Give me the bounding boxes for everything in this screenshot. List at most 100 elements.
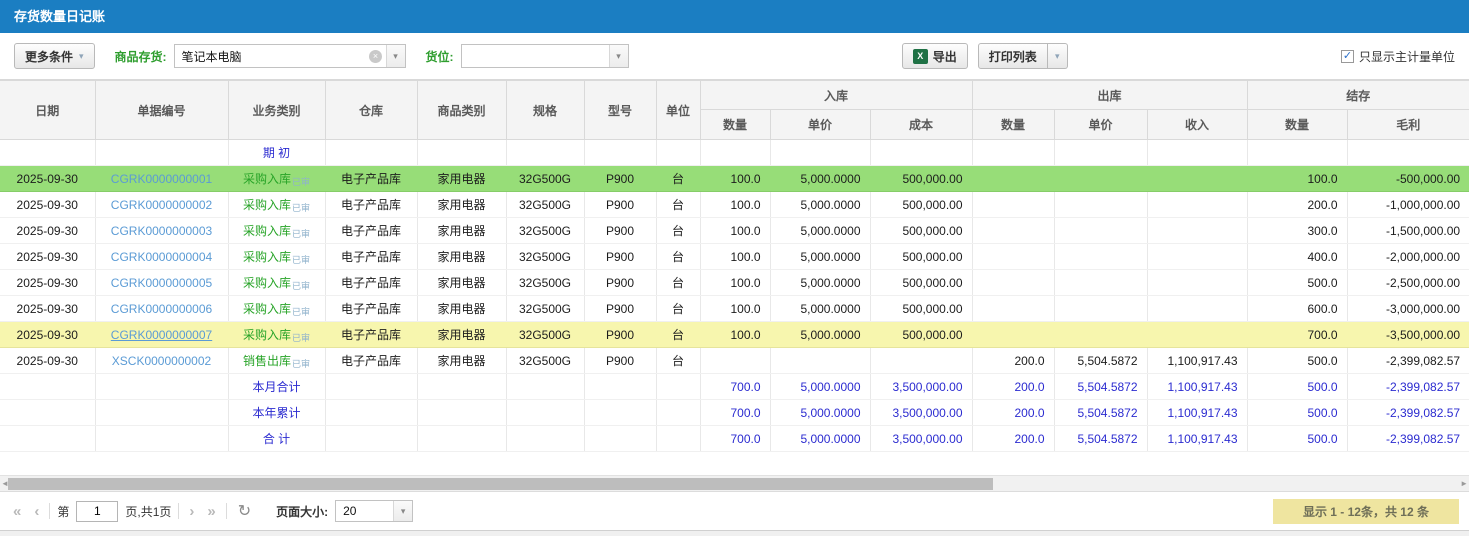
refresh-icon[interactable]: ↻: [234, 501, 255, 521]
checkbox-checked-icon[interactable]: ✓: [1341, 50, 1354, 63]
biz-type-text: 采购入库: [243, 328, 291, 342]
storage-location-input[interactable]: [462, 45, 609, 67]
record-count-badge: 显示 1 - 12条，共 12 条: [1273, 499, 1459, 524]
scrollbar-thumb[interactable]: [8, 478, 993, 490]
chevron-down-icon[interactable]: ▾: [386, 45, 405, 67]
page-title: 存货数量日记账: [14, 9, 105, 24]
table-row[interactable]: 2025-09-30CGRK0000000005采购入库已审电子产品库家用电器3…: [0, 270, 1469, 296]
product-stock-input[interactable]: [175, 45, 366, 67]
document-link[interactable]: CGRK0000000002: [111, 198, 212, 212]
audited-badge: 已审: [292, 281, 310, 291]
document-link[interactable]: CGRK0000000003: [111, 224, 212, 238]
chevron-down-icon: ▾: [393, 501, 412, 521]
summary-row: 合 计700.05,000.00003,500,000.00200.05,504…: [0, 426, 1469, 452]
more-conditions-button[interactable]: 更多条件 ▾: [14, 43, 95, 69]
toolbar: 更多条件 ▾ 商品存货: × ▾ 货位: ▾ X 导出 打印列表 ▾ ✓ 只显示…: [0, 33, 1469, 80]
biz-type-text: 采购入库: [243, 276, 291, 290]
col-header-biz-type[interactable]: 业务类别: [228, 81, 325, 140]
group-header-inbound: 入库: [700, 81, 972, 110]
col-header-category[interactable]: 商品类别: [417, 81, 506, 140]
print-list-button[interactable]: 打印列表: [978, 43, 1048, 69]
page-title-bar: 存货数量日记账: [0, 0, 1469, 33]
group-header-balance: 结存: [1247, 81, 1469, 110]
journal-table-body: 期 初 2025-09-30CGRK0000000001采购入库已审电子产品库家用…: [0, 140, 1469, 452]
table-row[interactable]: 2025-09-30CGRK0000000006采购入库已审电子产品库家用电器3…: [0, 296, 1469, 322]
col-header-spec[interactable]: 规格: [506, 81, 584, 140]
col-header-bal-qty[interactable]: 数量: [1247, 110, 1347, 140]
initial-row: 期 初: [0, 140, 1469, 166]
clear-icon[interactable]: ×: [366, 45, 386, 67]
col-header-in-qty[interactable]: 数量: [700, 110, 770, 140]
table-row[interactable]: 2025-09-30XSCK0000000002销售出库已审电子产品库家用电器3…: [0, 348, 1469, 374]
storage-location-combobox: ▾: [461, 44, 629, 68]
audited-badge: 已审: [292, 333, 310, 343]
chevron-down-icon[interactable]: ▾: [609, 45, 628, 67]
pager-divider: [178, 503, 179, 519]
biz-type-text: 采购入库: [243, 250, 291, 264]
col-header-unit[interactable]: 单位: [656, 81, 700, 140]
main-unit-only-label: 只显示主计量单位: [1359, 48, 1455, 65]
horizontal-scrollbar[interactable]: ◄ ►: [0, 475, 1469, 491]
product-stock-label: 商品存货:: [115, 48, 167, 65]
pager-divider: [226, 503, 227, 519]
page-total-label: 页,共1页: [125, 503, 171, 520]
page-size-value: 20: [336, 501, 393, 521]
scroll-right-icon[interactable]: ►: [1460, 478, 1468, 490]
summary-label: 本年累计: [252, 406, 300, 420]
page-number-input[interactable]: [76, 501, 118, 522]
document-link[interactable]: CGRK0000000007: [111, 328, 212, 342]
table-header: 日期 单据编号 业务类别 仓库 商品类别 规格 型号 单位 入库 出库 结存 数…: [0, 81, 1469, 140]
audited-badge: 已审: [292, 359, 310, 369]
audited-badge: 已审: [292, 255, 310, 265]
print-options-dropdown-button[interactable]: ▾: [1048, 43, 1068, 69]
col-header-doc-no[interactable]: 单据编号: [95, 81, 228, 140]
col-header-bal-profit[interactable]: 毛利: [1347, 110, 1469, 140]
table-row[interactable]: 2025-09-30CGRK0000000004采购入库已审电子产品库家用电器3…: [0, 244, 1469, 270]
document-link[interactable]: CGRK0000000006: [111, 302, 212, 316]
main-unit-only-checkbox-wrap[interactable]: ✓ 只显示主计量单位: [1341, 48, 1455, 65]
audited-badge: 已审: [292, 307, 310, 317]
col-header-date[interactable]: 日期: [0, 81, 95, 140]
export-label: 导出: [933, 48, 957, 65]
pagination-bar: « ‹ 第 页,共1页 › » ↻ 页面大小: 20 ▾ 显示 1 - 12条，…: [0, 491, 1469, 530]
document-link[interactable]: XSCK0000000002: [112, 354, 211, 368]
first-page-icon[interactable]: «: [10, 503, 24, 520]
journal-grid: 日期 单据编号 业务类别 仓库 商品类别 规格 型号 单位 入库 出库 结存 数…: [0, 80, 1469, 475]
col-header-out-price[interactable]: 单价: [1054, 110, 1147, 140]
chevron-down-icon: ▾: [79, 51, 84, 62]
page-size-select[interactable]: 20 ▾: [335, 500, 413, 522]
biz-type-text: 采购入库: [243, 198, 291, 212]
storage-location-label: 货位:: [426, 48, 454, 65]
col-header-warehouse[interactable]: 仓库: [325, 81, 417, 140]
document-link[interactable]: CGRK0000000005: [111, 276, 212, 290]
group-header-outbound: 出库: [972, 81, 1247, 110]
col-header-in-price[interactable]: 单价: [770, 110, 870, 140]
chevron-down-icon: ▾: [1055, 51, 1060, 62]
print-split-button: 打印列表 ▾: [978, 43, 1068, 69]
table-row[interactable]: 2025-09-30CGRK0000000003采购入库已审电子产品库家用电器3…: [0, 218, 1469, 244]
export-button[interactable]: X 导出: [902, 43, 968, 69]
col-header-in-cost[interactable]: 成本: [870, 110, 972, 140]
audited-badge: 已审: [292, 177, 310, 187]
table-row[interactable]: 2025-09-30CGRK0000000002采购入库已审电子产品库家用电器3…: [0, 192, 1469, 218]
initial-balance-label: 期 初: [263, 146, 290, 160]
col-header-model[interactable]: 型号: [584, 81, 656, 140]
summary-label: 合 计: [263, 432, 290, 446]
biz-type-text: 销售出库: [243, 354, 291, 368]
summary-row: 本月合计700.05,000.00003,500,000.00200.05,50…: [0, 374, 1469, 400]
audited-badge: 已审: [292, 229, 310, 239]
prev-page-icon[interactable]: ‹: [31, 503, 42, 520]
next-page-icon[interactable]: ›: [186, 503, 197, 520]
table-row[interactable]: 2025-09-30CGRK0000000001采购入库已审电子产品库家用电器3…: [0, 166, 1469, 192]
document-link[interactable]: CGRK0000000004: [111, 250, 212, 264]
last-page-icon[interactable]: »: [204, 503, 218, 520]
more-conditions-label: 更多条件: [25, 48, 73, 65]
page-label: 第: [57, 503, 69, 520]
journal-table: 日期 单据编号 业务类别 仓库 商品类别 规格 型号 单位 入库 出库 结存 数…: [0, 80, 1469, 452]
table-row[interactable]: 2025-09-30CGRK0000000007采购入库已审电子产品库家用电器3…: [0, 322, 1469, 348]
summary-row: 本年累计700.05,000.00003,500,000.00200.05,50…: [0, 400, 1469, 426]
document-link[interactable]: CGRK0000000001: [111, 172, 212, 186]
excel-icon: X: [913, 49, 928, 64]
col-header-out-income[interactable]: 收入: [1147, 110, 1247, 140]
col-header-out-qty[interactable]: 数量: [972, 110, 1054, 140]
